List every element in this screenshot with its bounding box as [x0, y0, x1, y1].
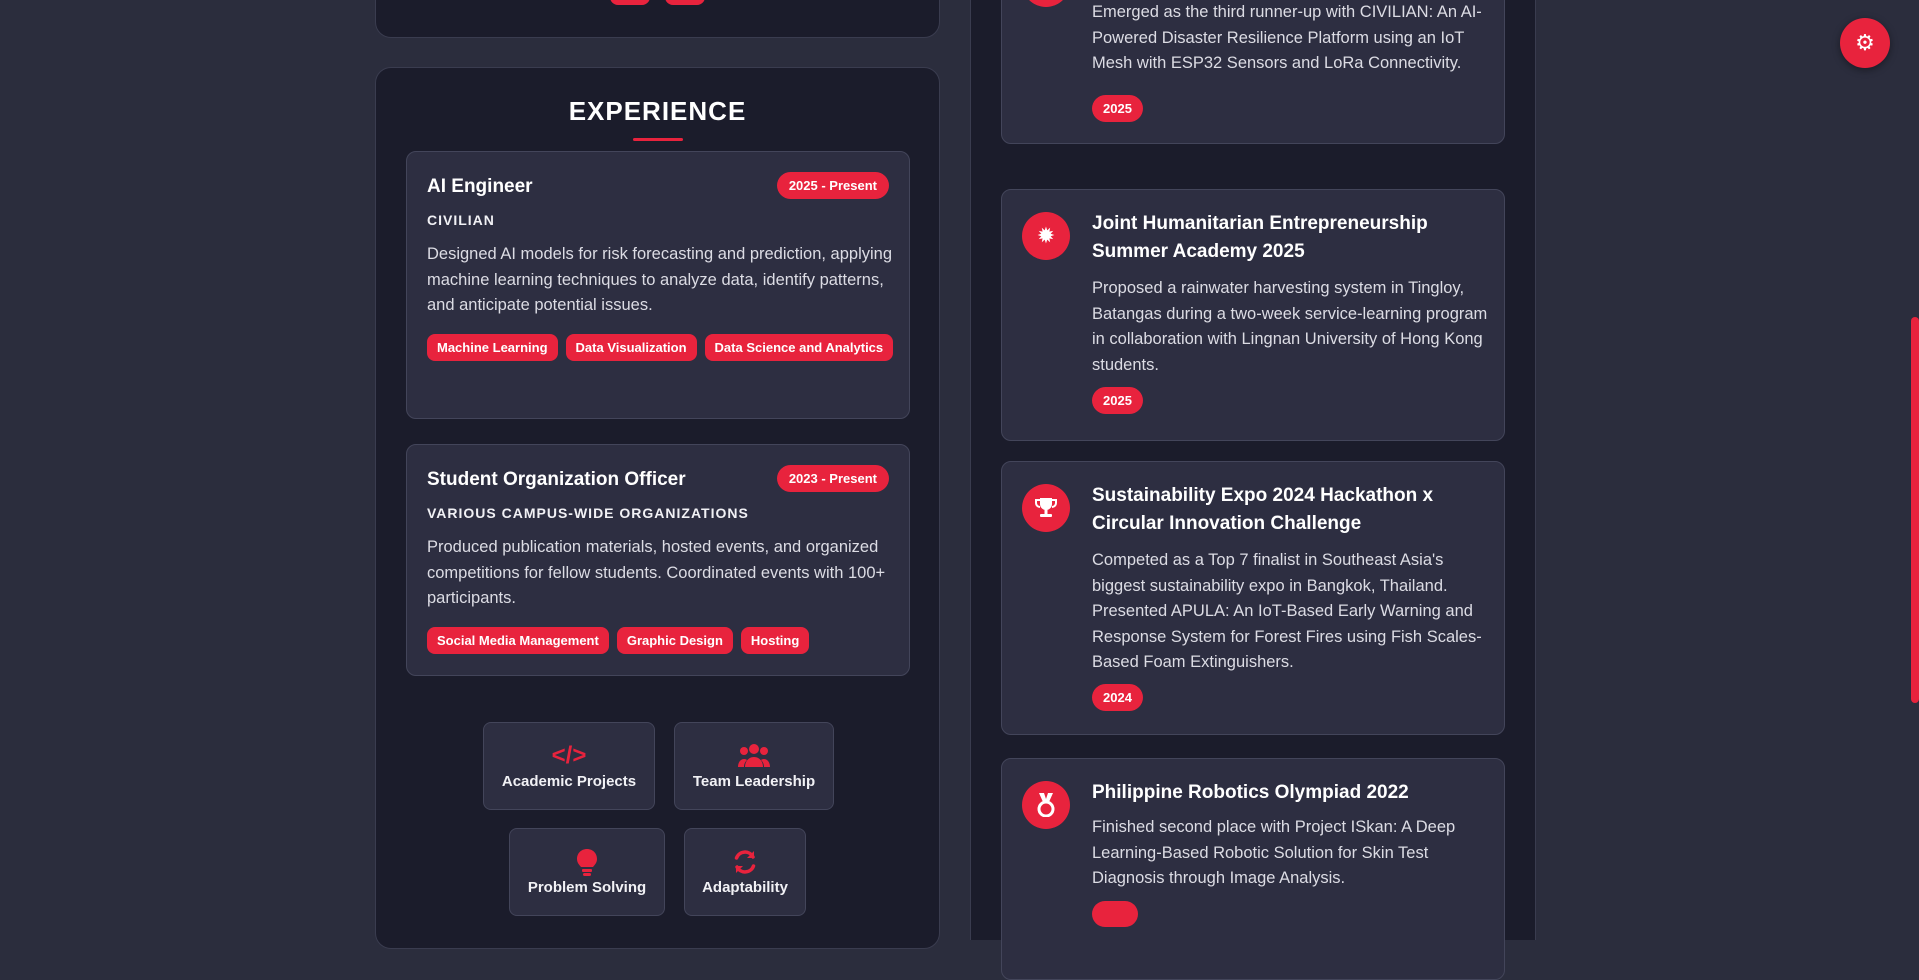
certificate-icon: ✹: [1022, 212, 1070, 260]
experience-card: Student Organization Officer 2023 - Pres…: [406, 444, 910, 676]
award-icon: ✹: [1022, 0, 1070, 7]
achievement-card: ✹ Emerged as the third runner-up with CI…: [1001, 0, 1505, 144]
achievement-title: Joint Humanitarian Entrepreneurship Summ…: [1092, 213, 1428, 262]
experience-description: Designed AI models for risk forecasting …: [427, 245, 893, 314]
skill-label: Adaptability: [702, 878, 788, 896]
previous-section-panel: [375, 0, 940, 38]
skill-tag: Data Visualization: [565, 334, 697, 361]
section-title: EXPERIENCE: [568, 96, 747, 126]
date-badge: 2023 - Present: [776, 465, 889, 492]
experience-card: AI Engineer 2025 - Present CIVILIAN Desi…: [406, 151, 910, 419]
achievement-title: Philippine Robotics Olympiad 2022: [1092, 782, 1409, 803]
medal-icon: [1022, 781, 1070, 829]
tag: [665, 0, 705, 5]
date-badge: 2025 - Present: [776, 172, 889, 199]
skill-team-leadership[interactable]: Team Leadership: [674, 722, 834, 810]
skill-tag: Data Science and Analytics: [704, 334, 894, 361]
tag-list: Machine Learning Data Visualization Data…: [427, 334, 897, 361]
experience-org: CIVILIAN: [427, 212, 495, 228]
year-badge: 2025: [1092, 95, 1143, 122]
gear-icon: ⚙: [1855, 30, 1875, 55]
code-icon: </>: [551, 741, 587, 769]
achievements-section: ✹ Emerged as the third runner-up with CI…: [970, 0, 1536, 980]
year-badge: 2024: [1092, 684, 1143, 711]
achievement-card: Sustainability Expo 2024 Hackathon x Cir…: [1001, 461, 1505, 735]
skill-label: Team Leadership: [692, 772, 816, 790]
skill-tag: Graphic Design: [616, 627, 733, 654]
achievement-description: Competed as a Top 7 finalist in Southeas…: [1092, 551, 1482, 671]
experience-title: AI Engineer: [427, 176, 533, 197]
tag-list: Social Media Management Graphic Design H…: [427, 627, 897, 654]
skill-academic-projects[interactable]: </> Academic Projects: [483, 722, 655, 810]
trophy-icon: [1022, 484, 1070, 532]
tag: [610, 0, 650, 5]
experience-title: Student Organization Officer: [427, 469, 686, 490]
lightbulb-icon: [577, 848, 597, 879]
title-underline: [633, 138, 683, 141]
achievement-description: Finished second place with Project ISkan…: [1092, 818, 1456, 887]
scrollbar-thumb[interactable]: [1911, 317, 1919, 703]
achievement-title: Sustainability Expo 2024 Hackathon x Cir…: [1092, 485, 1434, 534]
users-icon: [738, 743, 770, 773]
year-badge: [1092, 901, 1138, 927]
skill-tag: Social Media Management: [427, 627, 609, 654]
skill-adaptability[interactable]: Adaptability: [684, 828, 806, 916]
experience-description: Produced publication materials, hosted e…: [427, 538, 886, 607]
achievement-card: ✹ Joint Humanitarian Entrepreneurship Su…: [1001, 189, 1505, 441]
achievement-card: Philippine Robotics Olympiad 2022 Finish…: [1001, 758, 1505, 980]
skill-label: Problem Solving: [527, 878, 647, 896]
refresh-icon: [732, 849, 758, 879]
experience-section: EXPERIENCE AI Engineer 2025 - Present CI…: [375, 67, 940, 949]
skill-tag: Hosting: [740, 627, 810, 654]
year-badge: 2025: [1092, 387, 1143, 414]
skill-label: Academic Projects: [501, 772, 637, 790]
skill-tag: Machine Learning: [427, 334, 558, 361]
experience-org: VARIOUS CAMPUS-WIDE ORGANIZATIONS: [427, 505, 749, 521]
theme-toggle-button[interactable]: ⚙: [1840, 18, 1890, 68]
achievement-description: Emerged as the third runner-up with CIVI…: [1092, 3, 1482, 72]
achievement-description: Proposed a rainwater harvesting system i…: [1092, 279, 1488, 374]
skill-problem-solving[interactable]: Problem Solving: [509, 828, 665, 916]
